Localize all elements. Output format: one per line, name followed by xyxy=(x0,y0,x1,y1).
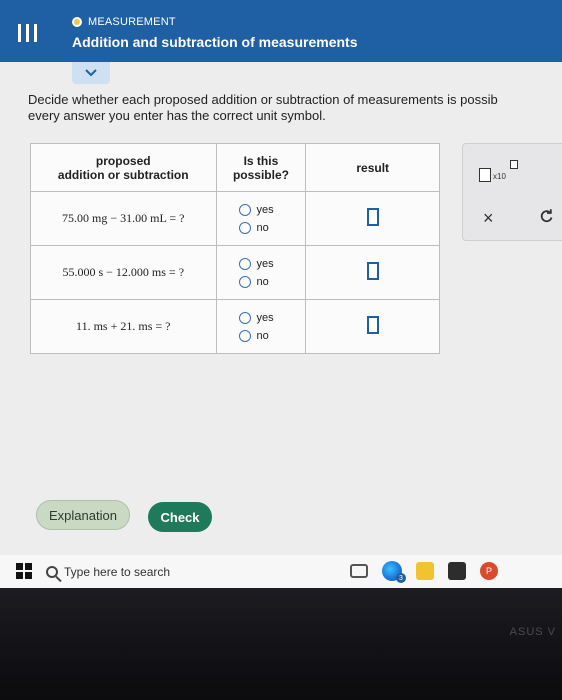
table-header-row: proposed addition or subtraction Is this… xyxy=(30,143,440,192)
file-explorer-icon[interactable] xyxy=(416,562,434,580)
table-row: 11. ms + 21. ms = ? yes no xyxy=(30,299,440,354)
expression-cell: 75.00 mg − 31.00 mL = ? xyxy=(30,191,217,246)
instructions: Decide whether each proposed addition or… xyxy=(28,92,562,124)
radio-yes[interactable]: yes xyxy=(238,203,306,216)
instructions-line-1: Decide whether each proposed addition or… xyxy=(28,92,498,107)
result-cell xyxy=(305,191,440,246)
radio-button-icon[interactable] xyxy=(238,275,251,288)
radio-yes[interactable]: yes xyxy=(238,257,306,270)
radio-button-icon[interactable] xyxy=(238,221,251,234)
header-proposed-line1: proposed xyxy=(95,153,151,168)
search-icon xyxy=(46,565,58,578)
possible-radio-group: yes no xyxy=(217,203,306,234)
windows-taskbar: Type here to search 3 P xyxy=(0,555,562,588)
radio-yes-label: yes xyxy=(256,257,274,270)
clear-button[interactable]: × xyxy=(483,208,494,229)
placeholder-box-icon xyxy=(479,168,491,182)
menu-icon[interactable] xyxy=(16,24,38,42)
chevron-down-icon xyxy=(85,69,97,77)
radio-no-label: no xyxy=(256,275,269,288)
radio-button-icon[interactable] xyxy=(238,203,251,216)
status-dot-icon xyxy=(72,17,82,27)
check-button[interactable]: Check xyxy=(148,502,212,532)
taskbar-icons: 3 P xyxy=(350,561,498,583)
header-proposed-line2: addition or subtraction xyxy=(57,167,189,182)
radio-yes-label: yes xyxy=(256,203,274,216)
x10-label: x10 xyxy=(493,172,506,181)
header-possible-line2: possible? xyxy=(232,167,289,182)
laptop-bezel: ASUS V xyxy=(0,588,562,700)
possible-cell: yes no xyxy=(215,245,307,300)
table-row: 55.000 s − 12.000 ms = ? yes no xyxy=(30,245,440,300)
explanation-button[interactable]: Explanation xyxy=(36,500,130,530)
possible-radio-group: yes no xyxy=(217,257,306,288)
kicker-text: MEASUREMENT xyxy=(88,16,176,28)
math-tools-panel: x10 × xyxy=(462,143,562,241)
topic-kicker: MEASUREMENT xyxy=(72,16,176,28)
instructions-line-2: every answer you enter has the correct u… xyxy=(28,108,326,123)
header-possible: Is this possible? xyxy=(215,143,307,192)
header-proposed: proposed addition or subtraction xyxy=(30,143,217,192)
possible-cell: yes no xyxy=(215,191,307,246)
times-ten-power-button[interactable]: x10 xyxy=(477,158,523,184)
radio-no[interactable]: no xyxy=(238,329,306,342)
notification-badge: 3 xyxy=(396,573,406,583)
taskbar-search[interactable]: Type here to search xyxy=(46,559,336,584)
result-cell xyxy=(305,245,440,300)
brand-label: ASUS V xyxy=(509,626,556,638)
undo-icon xyxy=(540,209,553,223)
top-bar: MEASUREMENT Addition and subtraction of … xyxy=(0,0,562,62)
radio-button-icon[interactable] xyxy=(238,329,251,342)
result-input[interactable] xyxy=(366,262,379,280)
header-possible-line1: Is this xyxy=(243,153,279,168)
expression-cell: 11. ms + 21. ms = ? xyxy=(30,299,217,354)
edge-browser-icon[interactable]: 3 xyxy=(382,561,406,583)
windows-start-icon[interactable] xyxy=(16,563,32,579)
app-screen: MEASUREMENT Addition and subtraction of … xyxy=(0,0,562,555)
close-icon: × xyxy=(483,208,494,228)
search-placeholder: Type here to search xyxy=(64,564,171,579)
radio-button-icon[interactable] xyxy=(238,311,251,324)
header-result: result xyxy=(305,143,440,192)
result-input[interactable] xyxy=(366,208,379,226)
radio-yes-label: yes xyxy=(256,311,274,324)
result-input[interactable] xyxy=(366,316,379,334)
office-app-icon[interactable]: P xyxy=(480,562,498,580)
table-row: 75.00 mg − 31.00 mL = ? yes no xyxy=(30,191,440,246)
store-icon[interactable] xyxy=(448,562,466,580)
radio-no[interactable]: no xyxy=(238,221,306,234)
radio-no-label: no xyxy=(256,329,269,342)
radio-no-label: no xyxy=(256,221,269,234)
radio-no[interactable]: no xyxy=(238,275,306,288)
possible-cell: yes no xyxy=(215,299,307,354)
result-cell xyxy=(305,299,440,354)
expression-cell: 55.000 s − 12.000 ms = ? xyxy=(30,245,217,300)
measurement-table: proposed addition or subtraction Is this… xyxy=(30,143,440,354)
exponent-box-icon xyxy=(510,160,518,169)
possible-radio-group: yes no xyxy=(217,311,306,342)
radio-button-icon[interactable] xyxy=(238,257,251,270)
task-view-icon[interactable] xyxy=(350,564,368,578)
collapse-header-button[interactable] xyxy=(72,62,110,84)
undo-button[interactable] xyxy=(539,208,555,224)
radio-yes[interactable]: yes xyxy=(238,311,306,324)
page-title: Addition and subtraction of measurements xyxy=(72,34,358,50)
